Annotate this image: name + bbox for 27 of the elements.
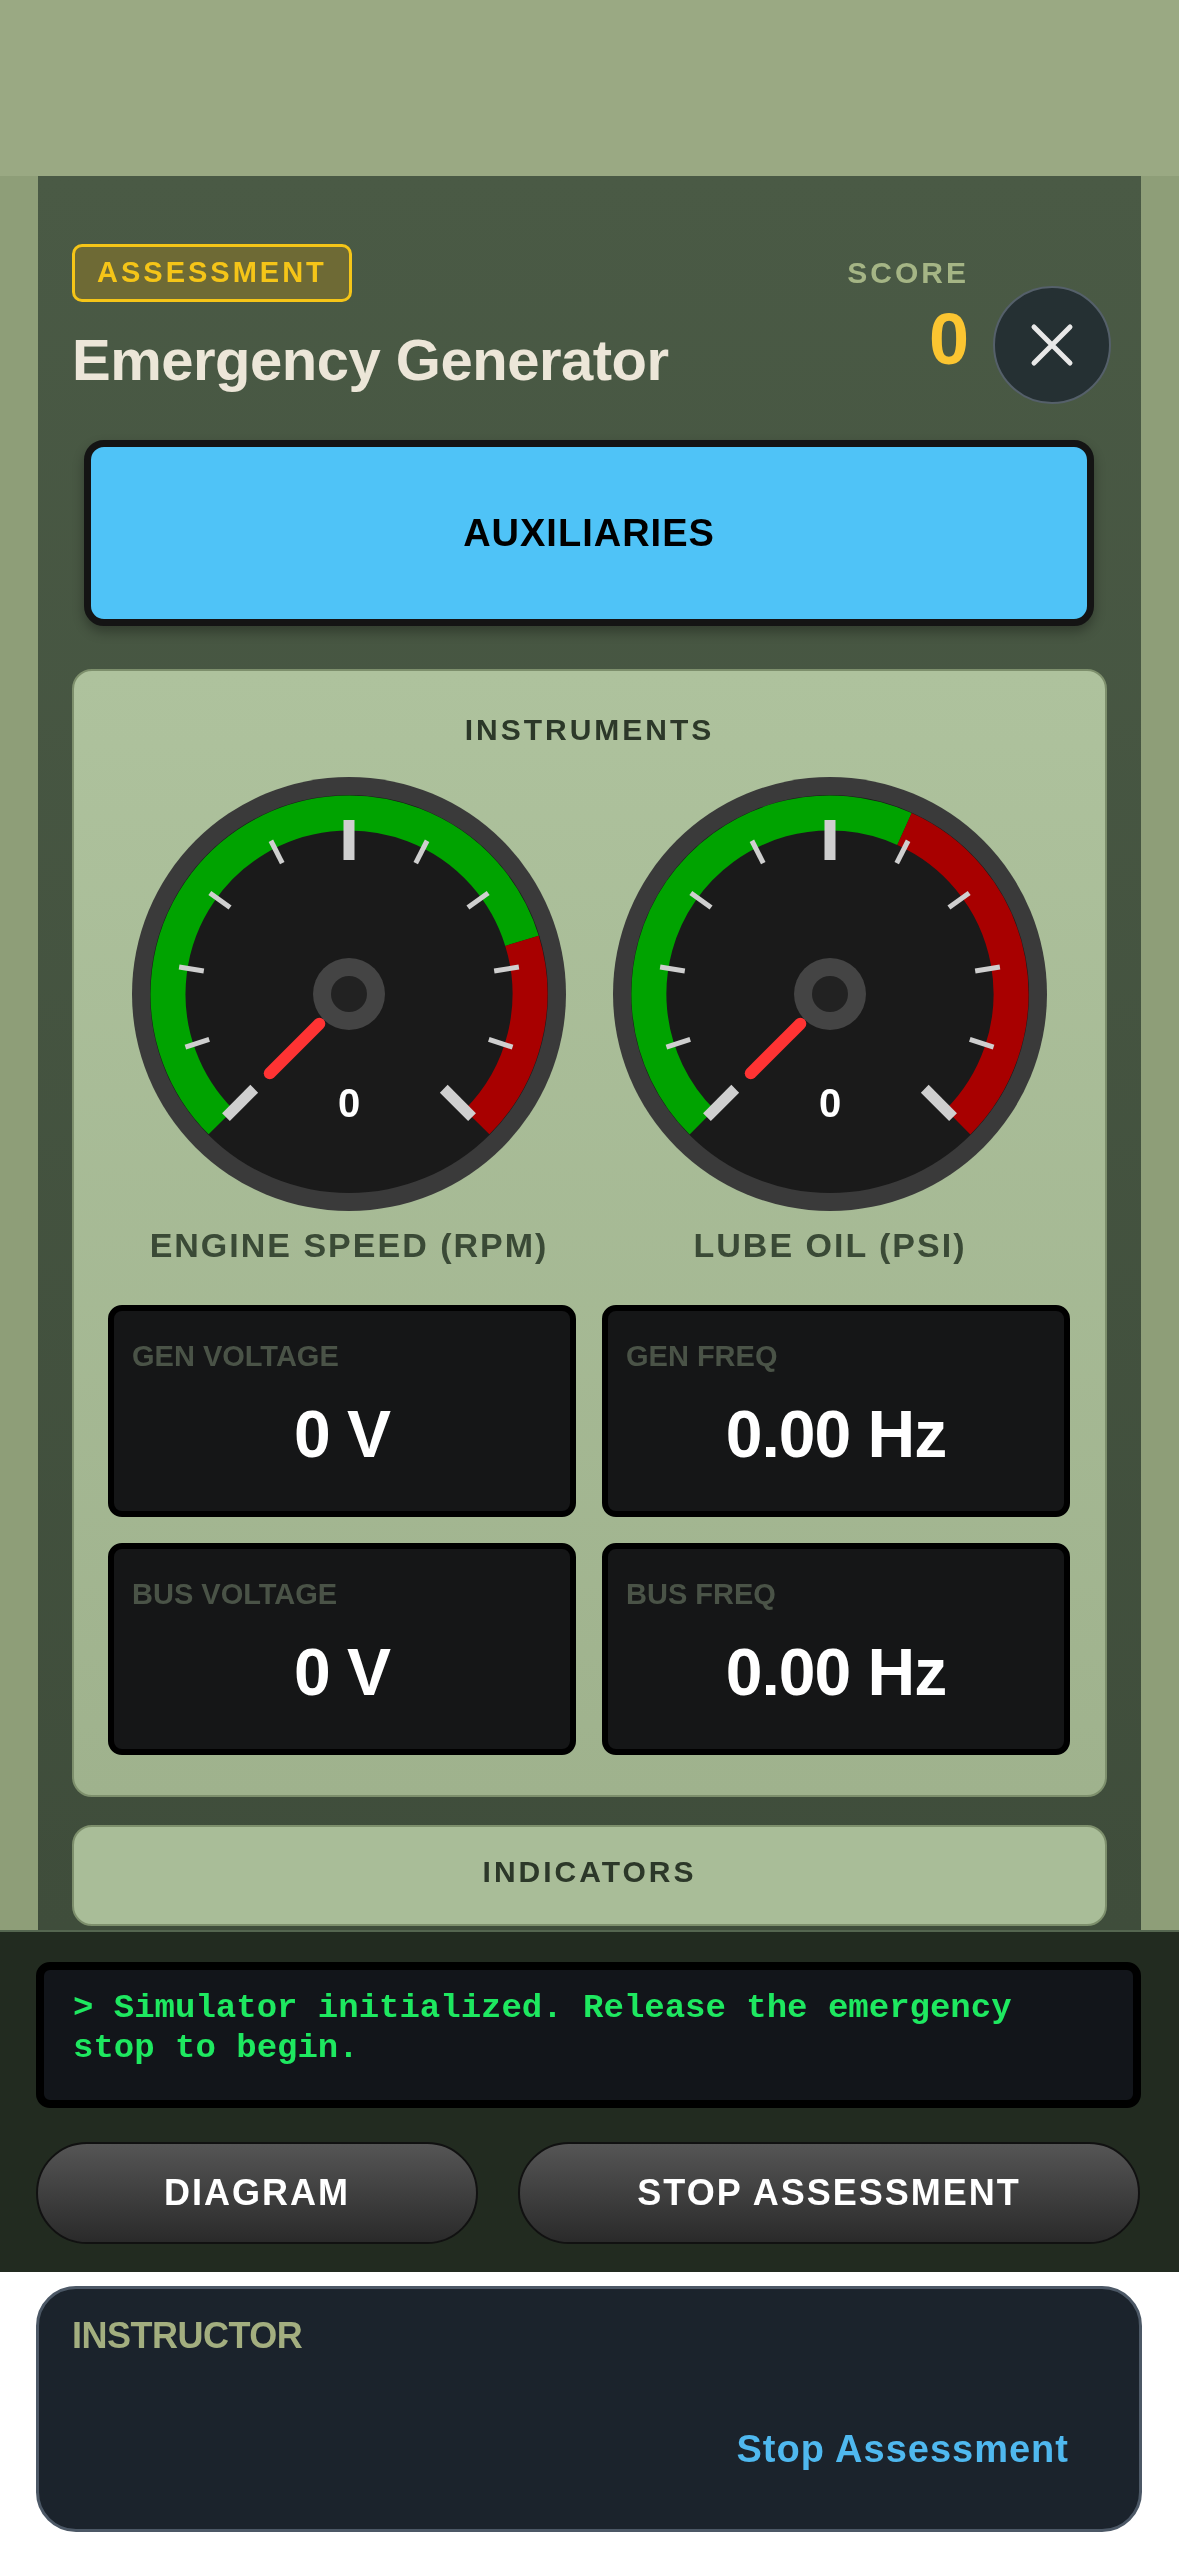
readout-value: 0 V (292, 1395, 392, 1473)
readout-value: 0.00 Hz (724, 1633, 948, 1711)
gauge-label: ENGINE SPEED (RPM) (148, 1225, 550, 1266)
stop-assessment-link[interactable]: Stop Assessment (736, 2428, 1069, 2470)
gauge-needle (744, 1017, 807, 1080)
readout-value: 0 V (292, 1633, 392, 1711)
card-title: INSTRUMENTS (463, 712, 716, 748)
readout-label: BUS FREQ (626, 1577, 777, 1612)
readout-label: GEN FREQ (626, 1339, 779, 1374)
instructor-label: INSTRUCTOR (72, 2314, 304, 2358)
readout-label: GEN VOLTAGE (132, 1339, 340, 1374)
page-title: Emergency Generator (72, 325, 669, 394)
readout-value: 0.00 Hz (724, 1395, 948, 1473)
stop-assessment-button[interactable]: STOP ASSESSMENT (518, 2142, 1140, 2244)
diagram-button[interactable]: DIAGRAM (36, 2142, 478, 2244)
score-label: SCORE (847, 255, 969, 291)
gauge-reading: 0 (818, 1081, 842, 1125)
score-value: 0 (927, 303, 969, 375)
console-message: > Simulator initialized. Release the emergency stop to begin. (36, 1962, 1141, 2108)
gauge-needle (263, 1017, 326, 1080)
card-title: INDICATORS (481, 1854, 698, 1890)
gauge-label: LUBE OIL (PSI) (692, 1225, 968, 1266)
readout-label: BUS VOLTAGE (132, 1577, 339, 1612)
system-button[interactable]: AUXILIARIES (84, 440, 1094, 626)
close-icon (1030, 323, 1074, 367)
gauge-reading: 0 (337, 1081, 361, 1125)
assessment-tag: ASSESSMENT (72, 244, 352, 302)
